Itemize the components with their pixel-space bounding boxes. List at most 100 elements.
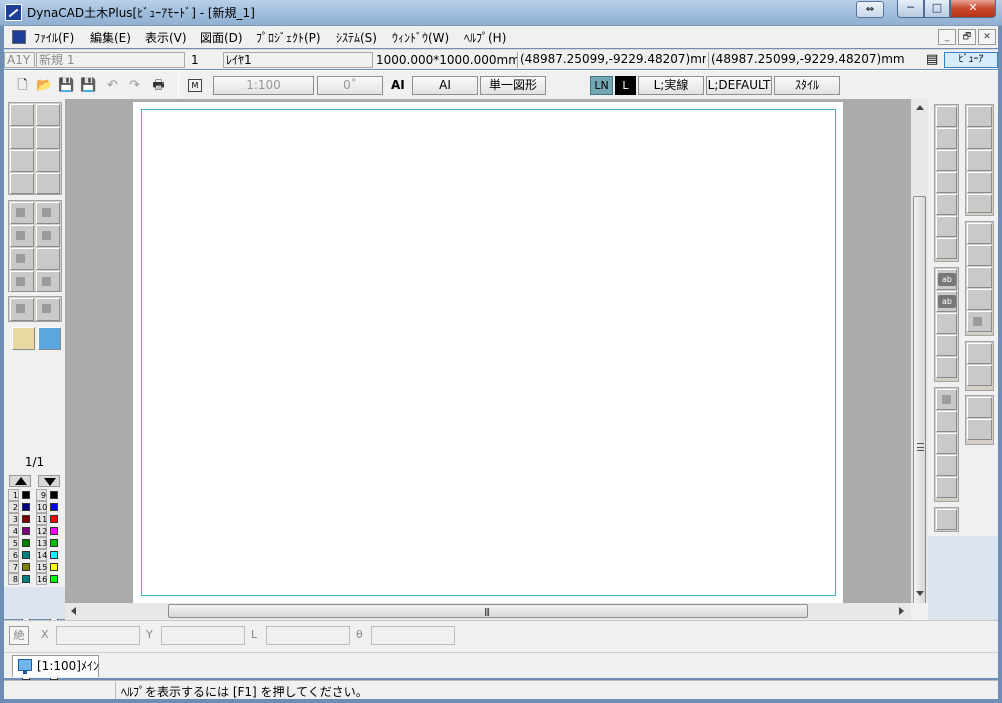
save-all-icon[interactable]: 💾 [80,77,97,94]
tool-button[interactable] [936,216,957,237]
mdi-restore-button[interactable]: 🗗 [958,29,976,45]
color-swatch[interactable] [50,563,58,571]
menu-drawing[interactable]: 図面(D) [200,29,243,46]
viewer-mode-button[interactable]: ﾋﾞｭｰｱ [944,52,998,68]
m-indicator[interactable]: M [188,79,202,92]
tool-button[interactable] [36,127,60,149]
tool-button[interactable] [10,127,34,149]
text-tool-icon[interactable]: ab [936,291,957,312]
tool-button[interactable] [936,455,957,476]
vertical-scroll-thumb[interactable] [913,196,926,605]
tool-button[interactable] [936,150,957,171]
y-input[interactable] [161,626,245,645]
line-mode-toggle[interactable]: LN [590,76,613,95]
style-button[interactable]: ｽﾀｲﾙ [774,76,840,95]
scale-field[interactable]: 1:100 [213,76,314,95]
tool-button[interactable] [967,194,992,213]
menu-view[interactable]: 表示(V) [145,29,187,46]
color-swatch[interactable] [50,527,58,535]
menu-file[interactable]: ﾌｧｲﾙ(F) [34,29,74,46]
tool-button[interactable] [36,150,60,172]
minimize-button[interactable]: ─ [897,0,924,18]
tool-button[interactable] [967,245,992,266]
menu-edit[interactable]: 編集(E) [90,29,131,46]
drawing-name-field[interactable]: 新規 1 [36,52,185,68]
tool-button[interactable] [936,357,957,378]
tool-button[interactable] [10,104,34,126]
color-swatch[interactable] [22,503,30,511]
tool-button[interactable] [936,313,957,334]
print-icon[interactable]: 🖶 [150,77,167,94]
absolute-coord-button[interactable]: 絶 [9,626,29,645]
tool-button[interactable] [967,172,992,193]
length-input[interactable] [266,626,350,645]
color-swatch[interactable] [22,539,30,547]
color-swatch[interactable] [50,503,58,511]
page-tool-icon[interactable] [36,271,60,292]
tool-button[interactable] [936,172,957,193]
switch-icon[interactable]: ⇔ [856,1,884,18]
tool-button[interactable] [936,335,957,356]
color-swatch[interactable] [22,563,30,571]
tool-button[interactable] [10,173,34,194]
menu-system[interactable]: ｼｽﾃﾑ(S) [336,29,377,46]
text-tool-icon[interactable]: ab [936,269,957,290]
page-tool-icon[interactable] [10,248,34,270]
tool-button[interactable] [936,194,957,215]
mdi-minimize-button[interactable]: _ [938,29,956,45]
app-icon[interactable] [5,4,22,21]
open-folder-icon[interactable]: 📂 [36,77,53,94]
tool-button[interactable] [967,150,992,171]
menu-window[interactable]: ｳｨﾝﾄﾞｳ(W) [392,29,449,46]
tool-button[interactable] [967,419,992,440]
color-swatch[interactable] [50,575,58,583]
page-tool-icon[interactable] [36,225,60,247]
tool-button[interactable] [967,365,992,386]
color-swatch[interactable] [50,551,58,559]
layer-toggle[interactable]: L [615,76,636,95]
page-tool-icon[interactable] [10,271,34,292]
tool-button[interactable] [967,106,992,127]
tool-button[interactable] [967,343,992,364]
layer-select[interactable]: ﾚｲﾔ1 [223,52,373,68]
tool-button[interactable] [967,267,992,288]
document-icon[interactable] [12,30,26,44]
tool-button[interactable] [36,104,60,126]
clipboard-icon[interactable]: ▤ [926,52,938,67]
page-tool-icon[interactable] [936,389,957,410]
vertical-scrollbar[interactable] [911,99,928,605]
tab-main-view[interactable]: [1:100]ﾒｲﾝ [12,655,99,677]
tool-button[interactable] [967,289,992,310]
page-up-arrow-icon[interactable] [9,475,31,487]
tool-button[interactable] [36,173,60,194]
undo-icon[interactable]: ↶ [104,77,121,94]
tool-button[interactable] [936,509,957,530]
page-tool-icon[interactable] [10,202,34,224]
tool-button[interactable] [936,128,957,149]
color-swatch[interactable] [22,515,30,523]
menu-project[interactable]: ﾌﾟﾛｼﾞｪｸﾄ(P) [256,29,321,46]
color-swatch[interactable] [22,527,30,535]
scroll-up-icon[interactable] [916,105,924,110]
line-type-button[interactable]: L;実線 [638,76,704,95]
edit-tool-icon[interactable] [967,311,992,332]
cross-tool-icon[interactable] [10,298,34,321]
mdi-close-button[interactable]: ✕ [978,29,996,45]
page-tool-icon[interactable] [36,202,60,224]
ai-button[interactable]: AI [412,76,478,95]
page-tool-icon[interactable] [10,225,34,247]
tool-button[interactable] [936,106,957,127]
scroll-left-icon[interactable] [71,607,76,615]
new-file-icon[interactable]: 🗋 [14,77,31,94]
tool-button[interactable] [936,433,957,454]
single-figure-button[interactable]: 単一図形 [480,76,546,95]
layer-style-button[interactable]: L;DEFAULT [706,76,772,95]
horizontal-scroll-thumb[interactable]: ||| [168,604,808,618]
color-swatch[interactable] [50,539,58,547]
clipboard-tool-icon[interactable] [12,327,35,350]
color-swatch[interactable] [22,551,30,559]
save-icon[interactable]: 💾 [58,77,75,94]
sheet-code[interactable]: A1Y [4,52,35,68]
color-swatch[interactable] [50,515,58,523]
close-button[interactable]: ✕ [950,0,996,18]
